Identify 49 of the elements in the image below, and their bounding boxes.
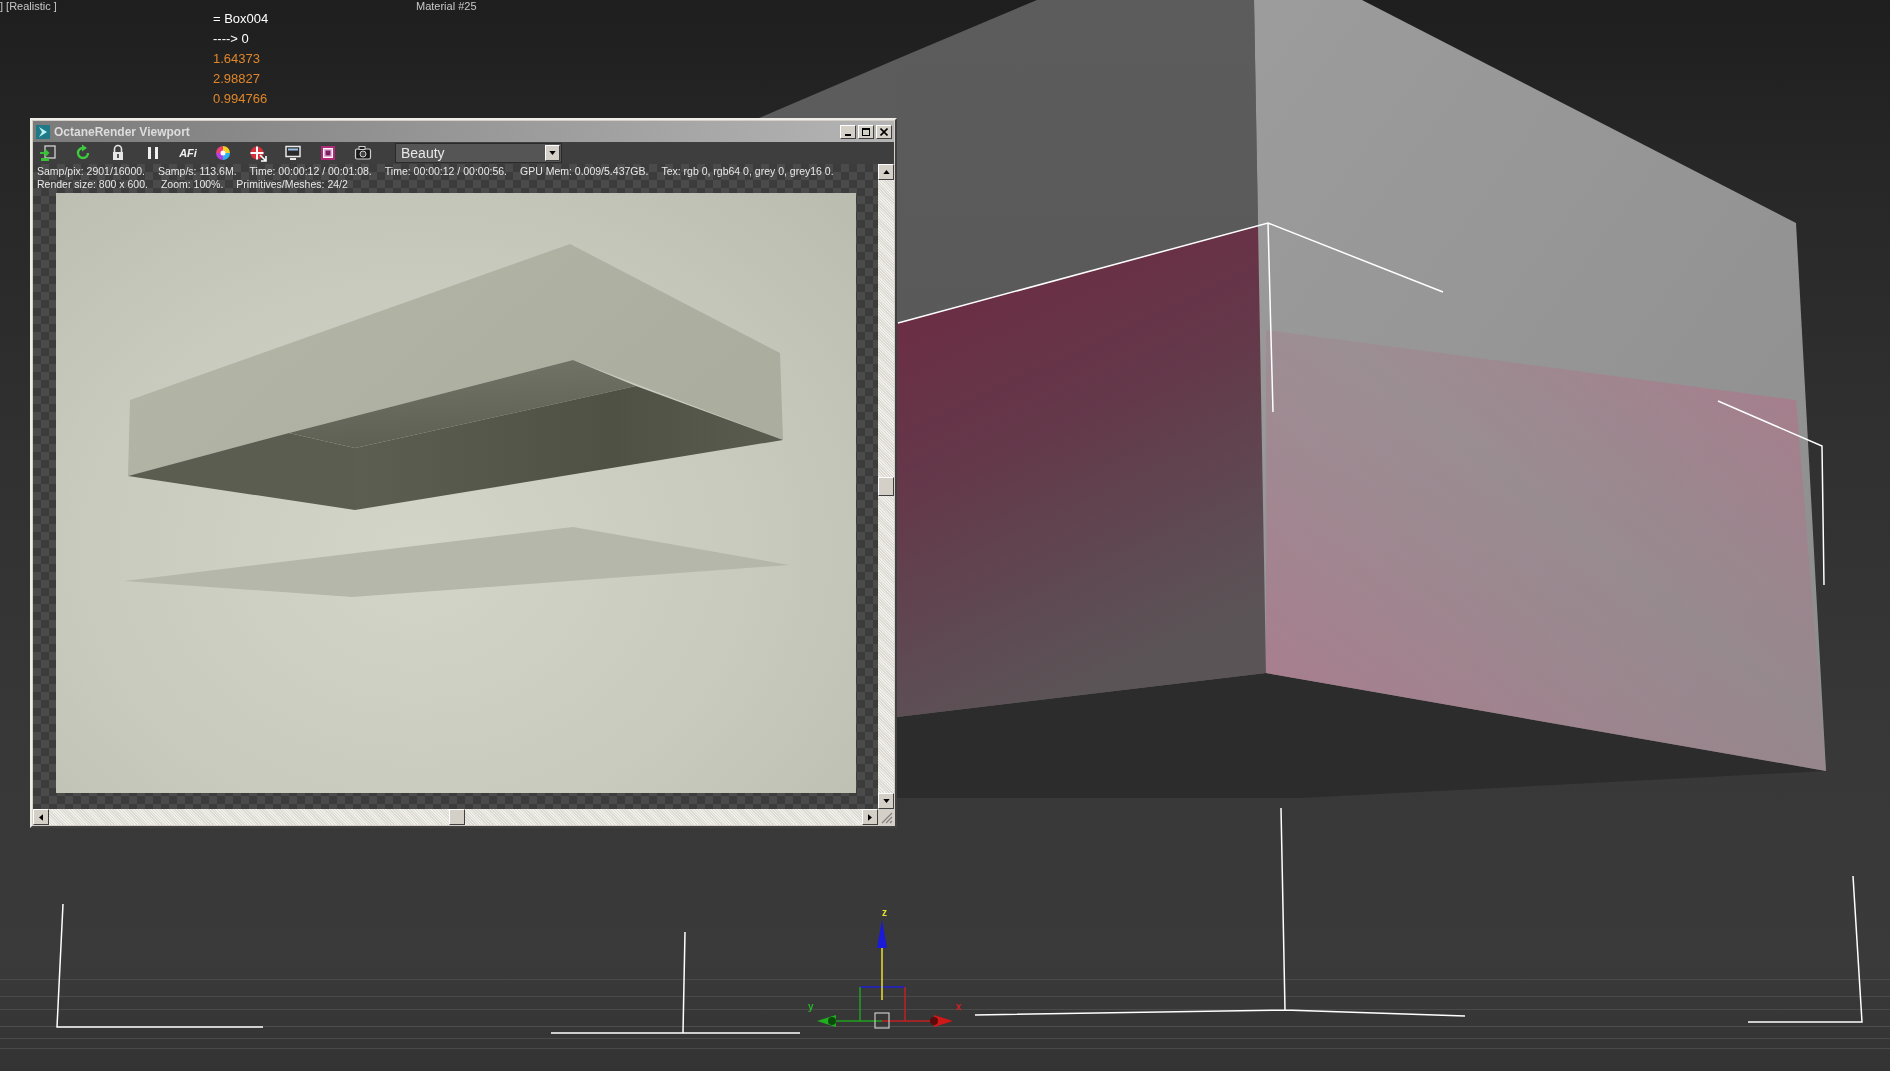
down-arrow-icon <box>882 799 890 803</box>
window-title: OctaneRender Viewport <box>54 124 190 139</box>
status-text: Time: 00:00:12 / 00:00:56. <box>384 165 507 178</box>
status-text: Zoom: 100%. <box>160 178 224 191</box>
minimize-button[interactable] <box>840 124 856 139</box>
status-text: Time: 00:00:12 / 00:01:08. <box>249 165 372 178</box>
axis-label: y <box>808 1001 814 1012</box>
status-text: Samp/s: 113.6M. <box>158 165 237 178</box>
status-text: Primitives/Meshes: 24/2 <box>236 178 348 191</box>
scroll-down-button[interactable] <box>878 793 894 809</box>
color-wheel-icon[interactable] <box>214 144 232 162</box>
info-text: 2.98827 <box>213 70 260 88</box>
info-text: ----> 0 <box>213 30 249 48</box>
status-text: Samp/pix: 2901/16000. <box>37 165 145 178</box>
app-icon <box>36 124 50 139</box>
status-text: Tex: rgb 0, rgb64 0, grey 0, grey16 0. <box>661 165 834 178</box>
status-text: GPU Mem: 0.009/5.437GB. <box>520 165 649 178</box>
export-icon[interactable] <box>39 144 57 162</box>
scrollbar-thumb[interactable] <box>449 809 465 825</box>
picture-frame-icon[interactable] <box>319 144 337 162</box>
maximize-button[interactable] <box>858 124 874 139</box>
axis-label: x <box>956 1001 962 1012</box>
viewport-label: ] [Realistic ] <box>0 0 57 12</box>
resize-grip-icon[interactable] <box>879 810 893 824</box>
info-text: = Box004 <box>213 10 269 28</box>
scroll-left-button[interactable] <box>33 809 49 825</box>
monitor-icon[interactable] <box>284 144 302 162</box>
dropdown-button[interactable] <box>545 145 560 161</box>
af-button[interactable]: AFi <box>179 147 197 159</box>
refresh-icon[interactable] <box>74 144 92 162</box>
camera-icon[interactable] <box>354 144 372 162</box>
scroll-up-button[interactable] <box>878 164 894 180</box>
axis-label: z <box>882 907 887 918</box>
info-text: 1.64373 <box>213 50 260 68</box>
target-icon[interactable] <box>249 144 267 162</box>
close-button[interactable] <box>876 124 892 139</box>
maximize-icon <box>862 127 870 136</box>
right-arrow-icon <box>868 813 872 821</box>
info-text: 0.994766 <box>213 90 268 108</box>
minimize-icon <box>845 133 851 136</box>
scroll-right-button[interactable] <box>862 809 878 825</box>
scrollbar-thumb[interactable] <box>878 477 894 496</box>
caret-icon <box>549 151 556 155</box>
material-label: Material #25 <box>416 0 477 12</box>
status-text: Render size: 800 x 600. <box>37 178 148 191</box>
left-arrow-icon <box>39 813 43 821</box>
close-icon <box>880 127 888 136</box>
up-arrow-icon <box>882 170 890 174</box>
render-pass-dropdown[interactable]: Beauty <box>395 143 562 163</box>
